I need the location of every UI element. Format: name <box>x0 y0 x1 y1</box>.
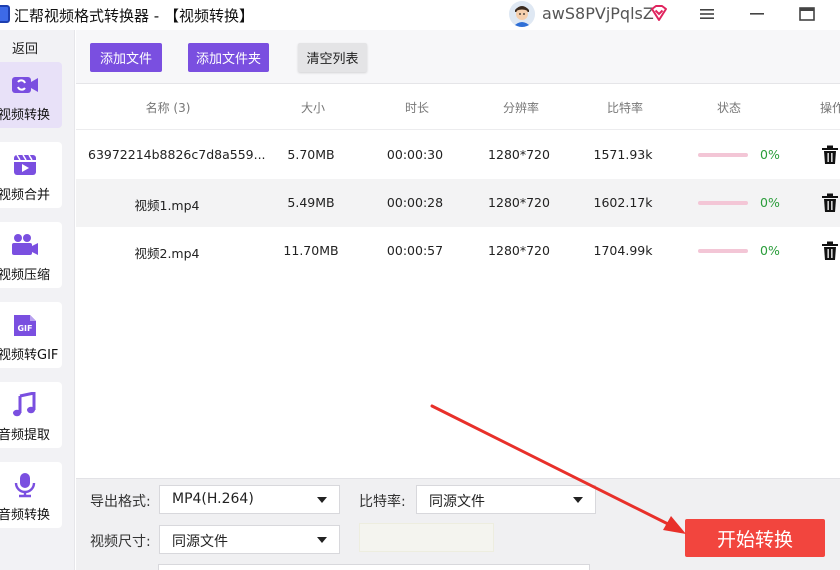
add-file-button[interactable]: 添加文件 <box>90 43 162 72</box>
music-note-icon <box>10 391 40 418</box>
sidebar-item-video-gif[interactable]: GIF 视频转GIF <box>0 302 62 368</box>
sidebar-item-audio-extract[interactable]: 音频提取 <box>0 382 62 448</box>
column-header-status: 状态 <box>716 101 742 115</box>
progress-bar <box>698 153 748 157</box>
file-name: 视频1.mp4 <box>134 198 200 213</box>
column-header-resolution[interactable]: 分辨率 <box>503 99 539 116</box>
file-resolution: 1280*720 <box>488 243 550 258</box>
size-value: 同源文件 <box>172 534 228 550</box>
format-select[interactable]: MP4(H.264) <box>159 485 340 514</box>
sidebar-item-video-convert[interactable]: 视频转换 <box>0 62 62 128</box>
progress-bar <box>698 201 748 205</box>
file-duration: 00:00:57 <box>386 243 444 258</box>
gif-icon: GIF <box>10 312 40 338</box>
title-bar: 汇帮视频格式转换器 - 【视频转换】 awS8PVjPqlsZ <box>0 0 840 30</box>
avatar[interactable] <box>509 1 535 27</box>
file-name: 视频2.mp4 <box>134 246 200 261</box>
column-header-name[interactable]: 名称 (3) <box>146 99 191 116</box>
progress-percent: 0% <box>760 147 780 162</box>
table-row[interactable]: 视频2.mp4 11.70MB 00:00:57 1280*720 1704.9… <box>76 227 840 275</box>
table-row[interactable]: 视频1.mp4 5.49MB 00:00:28 1280*720 1602.17… <box>76 179 840 227</box>
toolbar: 添加文件 添加文件夹 清空列表 <box>76 30 840 84</box>
size-label: 视频尺寸: <box>90 534 151 550</box>
start-convert-button[interactable]: 开始转换 <box>685 519 825 557</box>
video-compress-icon <box>10 232 40 258</box>
window-title: 汇帮视频格式转换器 - 【视频转换】 <box>14 7 254 25</box>
minimize-icon[interactable] <box>744 2 770 26</box>
delete-icon[interactable] <box>821 145 839 165</box>
file-bitrate: 1704.99k <box>593 243 653 258</box>
table-row[interactable]: 63972214b8826c7d8a559... 5.70MB 00:00:30… <box>76 131 840 179</box>
progress-percent: 0% <box>760 243 780 258</box>
vip-diamond-icon[interactable] <box>649 3 669 23</box>
size-select[interactable]: 同源文件 <box>159 525 340 554</box>
maximize-icon[interactable] <box>794 2 820 26</box>
sidebar-item-video-merge[interactable]: 视频合并 <box>0 142 62 208</box>
sidebar-item-label: 视频合并 <box>0 188 51 203</box>
chevron-down-icon <box>573 497 583 503</box>
file-duration: 00:00:28 <box>386 195 444 210</box>
sidebar-item-label: 视频转GIF <box>0 348 59 363</box>
file-name: 63972214b8826c7d8a559... <box>88 147 266 162</box>
gif-badge-text: GIF <box>17 324 32 333</box>
username[interactable]: awS8PVjPqlsZ <box>542 4 654 23</box>
chevron-down-icon <box>317 497 327 503</box>
file-size: 11.70MB <box>283 243 339 258</box>
format-value: MP4(H.264) <box>172 491 254 507</box>
format-label: 导出格式: <box>90 494 151 510</box>
sidebar-item-label: 视频转换 <box>0 108 51 123</box>
column-header-duration[interactable]: 时长 <box>405 99 429 116</box>
column-header-bitrate[interactable]: 比特率 <box>607 99 643 116</box>
sidebar: 返回 视频转换 视频合并 视频压缩 GIF 视频转GIF 音频提取 音频转换 <box>0 30 75 570</box>
progress-percent: 0% <box>760 195 780 210</box>
delete-icon[interactable] <box>821 241 839 261</box>
sidebar-item-audio-convert[interactable]: 音频转换 <box>0 462 62 528</box>
microphone-icon <box>10 472 40 498</box>
file-bitrate: 1571.93k <box>593 147 653 162</box>
sidebar-item-video-compress[interactable]: 视频压缩 <box>0 222 62 288</box>
disabled-field <box>359 523 494 552</box>
file-size: 5.49MB <box>287 195 335 210</box>
video-merge-icon <box>10 152 40 178</box>
column-header-size[interactable]: 大小 <box>301 99 325 116</box>
app-window: 汇帮视频格式转换器 - 【视频转换】 awS8PVjPqlsZ 返回 视频转换 … <box>0 0 840 570</box>
sidebar-item-label: 视频压缩 <box>0 268 51 283</box>
video-convert-icon <box>10 72 40 98</box>
bitrate-select[interactable]: 同源文件 <box>416 485 596 514</box>
delete-icon[interactable] <box>821 193 839 213</box>
add-folder-button[interactable]: 添加文件夹 <box>188 43 269 72</box>
chevron-down-icon <box>317 537 327 543</box>
app-logo-icon <box>0 5 10 23</box>
sidebar-item-label: 音频提取 <box>0 428 51 443</box>
menu-icon[interactable] <box>694 2 720 26</box>
bitrate-label: 比特率: <box>359 494 406 510</box>
back-button[interactable]: 返回 <box>0 34 50 60</box>
progress-bar <box>698 249 748 253</box>
file-resolution: 1280*720 <box>488 147 550 162</box>
bitrate-value: 同源文件 <box>429 494 485 510</box>
sidebar-item-label: 音频转换 <box>0 508 51 523</box>
table-header: 名称 (3) 大小 时长 分辨率 比特率 状态 操作 <box>76 84 840 130</box>
file-resolution: 1280*720 <box>488 195 550 210</box>
file-duration: 00:00:30 <box>386 147 444 162</box>
clear-list-button[interactable]: 清空列表 <box>298 43 367 72</box>
file-size: 5.70MB <box>287 147 335 162</box>
dropdown-edge <box>158 564 590 570</box>
file-bitrate: 1602.17k <box>593 195 653 210</box>
column-header-action: 操作 <box>820 101 840 115</box>
